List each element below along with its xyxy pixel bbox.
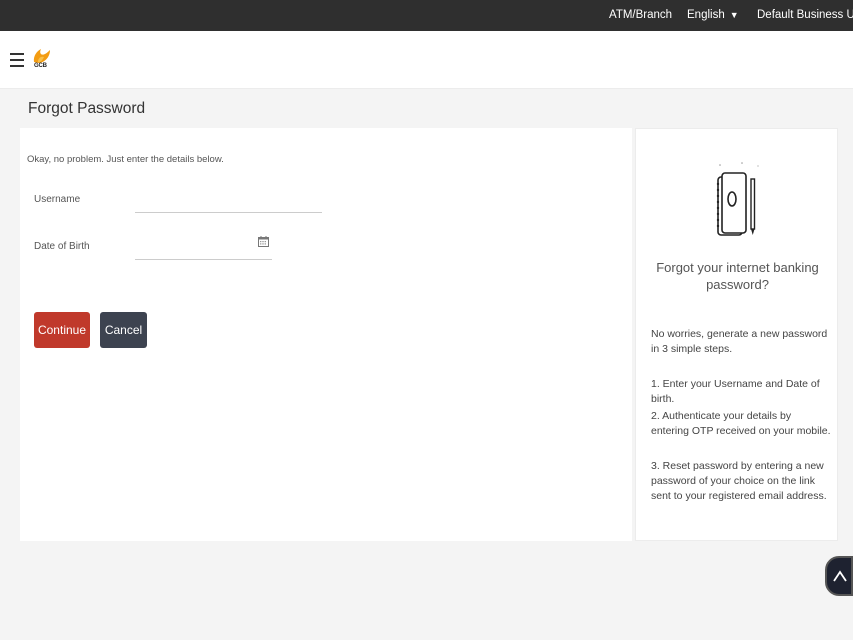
help-heading: Forgot your internet banking password? <box>656 260 819 292</box>
forgot-password-form: Okay, no problem. Just enter the details… <box>20 128 632 541</box>
chevron-up-icon <box>833 570 847 582</box>
cancel-button[interactable]: Cancel <box>100 312 147 348</box>
language-selector[interactable]: English ▼ <box>687 9 739 21</box>
calendar-icon[interactable] <box>258 236 269 247</box>
username-label: Username <box>34 194 81 205</box>
hamburger-icon[interactable] <box>10 53 24 67</box>
help-panel: Forgot your internet banking password? N… <box>635 128 838 541</box>
help-step-1: 1. Enter your Username and Date of birth… <box>651 378 820 405</box>
logo-flame-icon <box>33 49 50 63</box>
username-input[interactable] <box>135 194 322 213</box>
help-intro: No worries, generate a new password in 3… <box>651 328 828 355</box>
logo-text: GCB <box>34 63 47 69</box>
date-of-birth-input[interactable] <box>135 240 272 260</box>
notebook-icon <box>716 162 759 236</box>
scroll-to-top-button[interactable] <box>825 556 853 596</box>
header: GCB <box>0 31 853 89</box>
date-of-birth-label: Date of Birth <box>34 241 90 252</box>
continue-button[interactable]: Continue <box>34 312 90 348</box>
language-label: English <box>687 9 725 21</box>
atm-branch-link[interactable]: ATM/Branch <box>609 9 672 21</box>
top-bar: ATM/Branch English ▼ Default Business Uni… <box>0 0 853 31</box>
page-title: Forgot Password <box>28 100 146 117</box>
business-unit-selector[interactable]: Default Business Unit▼ <box>757 9 853 21</box>
help-step-3: 3. Reset password by entering a new pass… <box>651 460 827 502</box>
caret-down-icon: ▼ <box>729 10 739 20</box>
form-intro: Okay, no problem. Just enter the details… <box>27 154 224 165</box>
help-step-2: 2. Authenticate your details by entering… <box>651 410 831 437</box>
business-unit-label: Default Business Unit <box>757 9 853 21</box>
bank-logo[interactable]: GCB <box>31 48 53 74</box>
